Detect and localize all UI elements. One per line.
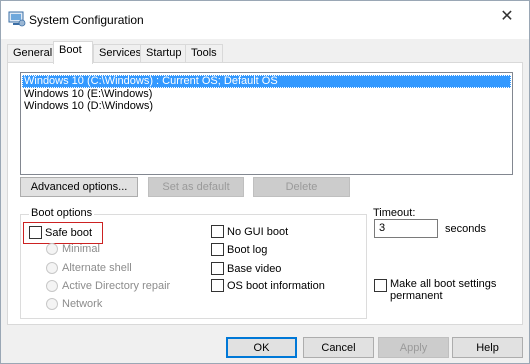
make-permanent-label: Make all boot settings permanent	[390, 278, 497, 302]
tab-general[interactable]: General	[7, 44, 59, 63]
os-boot-info-label: OS boot information	[227, 279, 325, 292]
checkbox-box[interactable]	[211, 243, 224, 256]
timeout-input[interactable]: 3	[374, 219, 438, 238]
boot-log-checkbox[interactable]: Boot log	[211, 243, 267, 256]
os-list-item[interactable]: Windows 10 (D:\Windows)	[22, 100, 153, 113]
apply-button[interactable]: Apply	[378, 337, 449, 358]
minimal-radio[interactable]: Minimal	[46, 243, 100, 255]
os-list[interactable]: Windows 10 (C:\Windows) : Current OS; De…	[20, 72, 513, 175]
tab-tools[interactable]: Tools	[185, 44, 223, 63]
seconds-label: seconds	[445, 223, 486, 235]
checkbox-box[interactable]	[29, 226, 42, 239]
network-label: Network	[62, 298, 103, 310]
tab-boot[interactable]: Boot	[53, 41, 93, 64]
minimal-label: Minimal	[62, 243, 100, 255]
radio-circle[interactable]	[46, 298, 58, 310]
os-boot-info-checkbox[interactable]: OS boot information	[211, 279, 325, 292]
tab-bar: General Boot Services Startup Tools	[7, 41, 527, 64]
make-permanent-checkbox[interactable]: Make all boot settings permanent	[374, 278, 510, 302]
ok-button[interactable]: OK	[226, 337, 297, 358]
system-configuration-window: System Configuration ✕ General Boot Serv…	[0, 0, 530, 364]
safe-boot-label: Safe boot	[45, 226, 93, 239]
boot-options-legend: Boot options	[29, 207, 95, 219]
title-bar: System Configuration ✕	[1, 1, 529, 39]
base-video-checkbox[interactable]: Base video	[211, 262, 281, 275]
delete-button[interactable]: Delete	[253, 177, 350, 197]
checkbox-box[interactable]	[211, 225, 224, 238]
radio-circle[interactable]	[46, 262, 58, 274]
window-title: System Configuration	[29, 13, 144, 27]
network-radio[interactable]: Network	[46, 298, 102, 310]
alternate-shell-label: Alternate shell	[62, 262, 132, 274]
base-video-label: Base video	[227, 262, 282, 275]
no-gui-boot-label: No GUI boot	[227, 225, 289, 238]
os-list-item[interactable]: Windows 10 (C:\Windows) : Current OS; De…	[22, 75, 511, 88]
advanced-options-button[interactable]: Advanced options...	[20, 177, 138, 197]
set-as-default-button[interactable]: Set as default	[148, 177, 244, 197]
ad-repair-radio[interactable]: Active Directory repair	[46, 280, 170, 292]
safe-boot-checkbox[interactable]: Safe boot	[29, 226, 92, 239]
system-config-icon	[8, 11, 26, 27]
ad-repair-label: Active Directory repair	[62, 280, 171, 292]
boot-tab-panel: Windows 10 (C:\Windows) : Current OS; De…	[7, 62, 523, 325]
boot-log-label: Boot log	[227, 243, 268, 256]
no-gui-boot-checkbox[interactable]: No GUI boot	[211, 225, 288, 238]
close-icon[interactable]: ✕	[485, 1, 529, 31]
checkbox-box[interactable]	[374, 279, 387, 292]
help-button[interactable]: Help	[452, 337, 523, 358]
timeout-label: Timeout:	[373, 207, 416, 219]
tab-startup[interactable]: Startup	[140, 44, 188, 63]
checkbox-box[interactable]	[211, 262, 224, 275]
radio-circle[interactable]	[46, 243, 58, 255]
checkbox-box[interactable]	[211, 279, 224, 292]
cancel-button[interactable]: Cancel	[303, 337, 374, 358]
alternate-shell-radio[interactable]: Alternate shell	[46, 262, 132, 274]
radio-circle[interactable]	[46, 280, 58, 292]
